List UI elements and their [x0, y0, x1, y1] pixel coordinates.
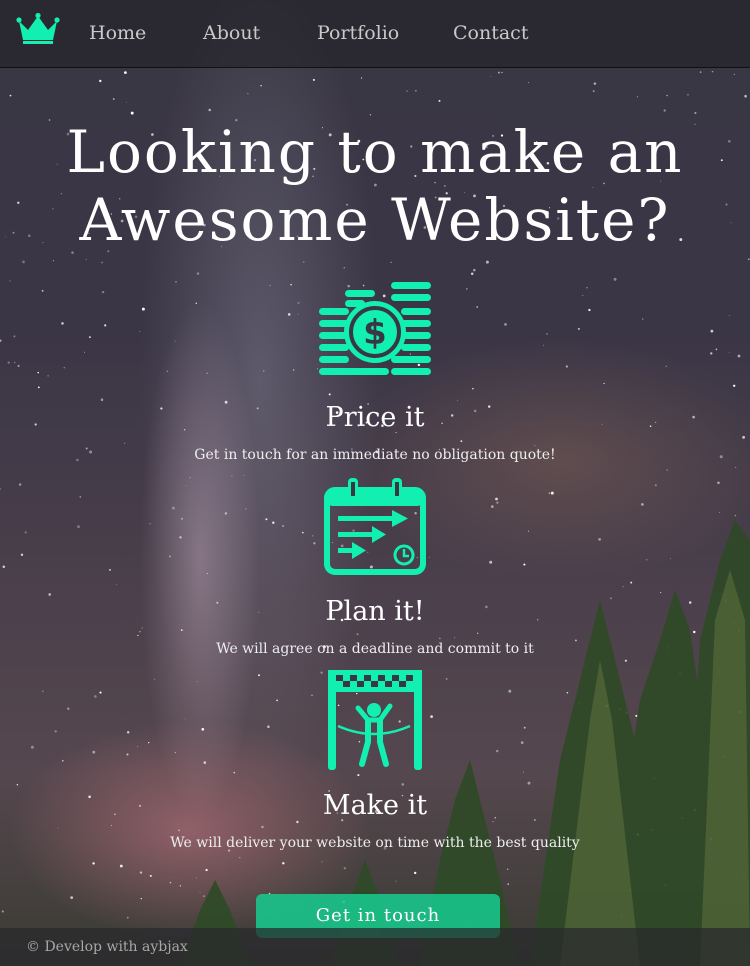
price-step-icon-wrap: $ [0, 282, 750, 382]
footer-credit: © Develop with aybjax [26, 939, 188, 955]
calendar-plan-icon [324, 478, 426, 575]
step-desc-price: Get in touch for an immediate no obligat… [194, 447, 556, 463]
nav-link-about[interactable]: About [203, 20, 260, 46]
nav-link-home[interactable]: Home [89, 20, 146, 46]
finish-line-icon [328, 670, 422, 770]
crown-icon[interactable] [16, 12, 60, 44]
step-title-plan: Plan it! [325, 596, 425, 627]
step-title-make: Make it [322, 790, 428, 821]
svg-text:$: $ [363, 313, 387, 353]
step-desc-make: We will deliver your website on time wit… [170, 835, 580, 851]
step-title-price: Price it [325, 402, 425, 433]
hero-title-line-2: Awesome Website? [79, 186, 671, 254]
make-step-icon-wrap [0, 670, 750, 770]
step-desc-plan: We will agree on a deadline and commit t… [216, 641, 534, 657]
top-navbar: Home About Portfolio Contact [0, 0, 750, 68]
hero-title-line-1: Looking to make an [66, 118, 684, 186]
coins-dollar-icon: $ [319, 282, 431, 375]
nav-link-contact[interactable]: Contact [453, 20, 528, 46]
footer: © Develop with aybjax [0, 928, 750, 966]
plan-step-icon-wrap [0, 476, 750, 576]
hero-title: Looking to make an Awesome Website? [0, 118, 750, 254]
nav-link-portfolio[interactable]: Portfolio [317, 20, 399, 46]
